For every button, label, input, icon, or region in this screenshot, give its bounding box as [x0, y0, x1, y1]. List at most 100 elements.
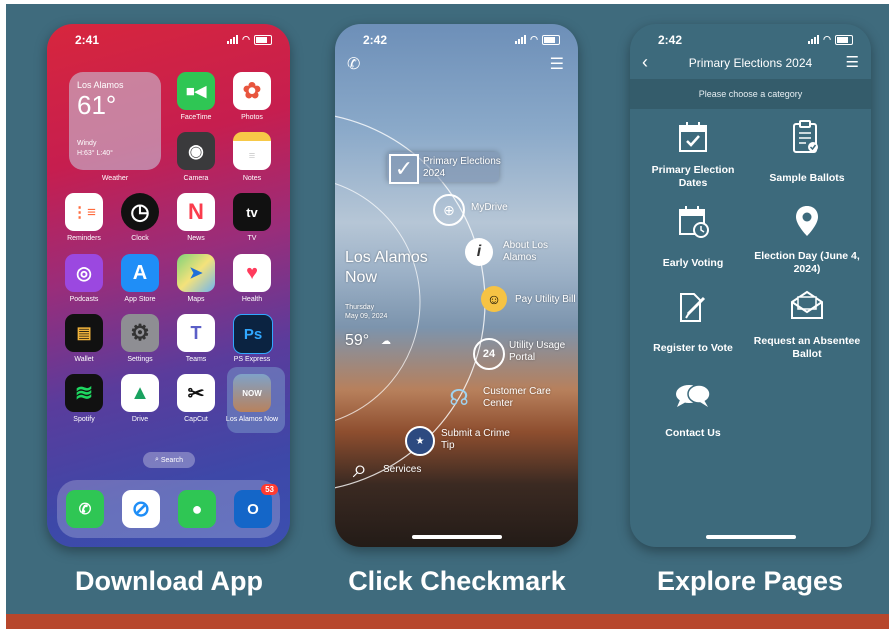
spotify-app[interactable]: ≋	[65, 374, 103, 412]
tv-app[interactable]: tv	[233, 193, 271, 231]
clock-app[interactable]: ◷	[121, 193, 159, 231]
calendar-check-icon[interactable]	[678, 121, 708, 153]
menu-item-crime-tip[interactable]: Submit a Crime Tip	[441, 428, 521, 452]
notes-icon: ≡	[248, 149, 256, 162]
home-indicator[interactable]	[411, 535, 502, 539]
podcast-icon: ◎	[76, 262, 92, 283]
steering-wheel-icon[interactable]: ⊕	[433, 194, 465, 226]
category-election-day[interactable]: Election Day (June 4, 2024)	[752, 250, 862, 276]
teams-app[interactable]: T	[177, 314, 215, 352]
gear-icon: ⚙	[130, 320, 150, 345]
category-sample-ballots[interactable]: Sample Ballots	[752, 172, 862, 185]
drive-icon: ▲	[130, 381, 150, 404]
dock: ✆ ⊘ ● O 53	[57, 480, 280, 538]
app-label: Wallet	[74, 356, 94, 363]
maps-app[interactable]: ➤	[177, 254, 215, 292]
clock-24-icon[interactable]: 24	[473, 338, 505, 370]
category-early-voting[interactable]: Early Voting	[638, 257, 748, 270]
notes-app[interactable]: ≡	[233, 132, 271, 170]
app-label: PS Express	[233, 356, 271, 363]
app-label: Camera	[183, 175, 209, 182]
apple-tv-icon: tv	[246, 204, 258, 220]
chat-bubbles-icon[interactable]	[674, 382, 712, 410]
bill-pay-icon[interactable]: ☺	[481, 286, 507, 312]
los-alamos-now-app[interactable]: NOW	[233, 374, 271, 412]
phone-app[interactable]: ✆	[66, 490, 104, 528]
category-primary-election-dates[interactable]: Primary Election Dates	[638, 164, 748, 190]
weather-hilo: H:63° L:40°	[77, 150, 113, 157]
hamburger-menu-icon[interactable]: ☰	[846, 53, 859, 71]
safari-app[interactable]: ⊘	[122, 490, 160, 528]
settings-app[interactable]: ⚙	[121, 314, 159, 352]
outlook-app[interactable]: O 53	[234, 484, 278, 528]
notification-badge: 53	[261, 484, 278, 495]
app-store-app[interactable]: A	[121, 254, 159, 292]
app-label: Settings	[127, 356, 153, 363]
envelope-icon[interactable]	[790, 290, 824, 320]
wifi-icon: ◠	[823, 34, 831, 44]
location-pin-icon[interactable]	[794, 204, 820, 238]
app-label: Teams	[185, 356, 207, 363]
reminders-app[interactable]: ⋮≡	[65, 193, 103, 231]
health-app[interactable]: ♥	[233, 254, 271, 292]
weather-temp: 61°	[77, 90, 117, 120]
info-icon[interactable]: i	[465, 238, 493, 266]
clipboard-icon[interactable]	[792, 120, 820, 154]
status-bar: 2:42 ◠	[630, 24, 871, 50]
weather-label: Weather	[101, 175, 129, 182]
search-label: Search	[160, 456, 184, 464]
menu-item-mydrive[interactable]: MyDrive	[471, 202, 508, 214]
photos-app[interactable]: ✿	[233, 72, 271, 110]
category-contact-us[interactable]: Contact Us	[638, 427, 748, 440]
current-temp: 59°	[345, 332, 370, 349]
podcasts-app[interactable]: ◎	[65, 254, 103, 292]
news-app[interactable]: N	[177, 193, 215, 231]
app-store-icon: A	[132, 261, 148, 284]
drive-app[interactable]: ▲	[121, 374, 159, 412]
capcut-app[interactable]: ✂	[177, 374, 215, 412]
status-icons: ◠	[808, 34, 853, 45]
app-label: Notes	[242, 175, 262, 182]
status-bar: 2:41 ◠	[47, 24, 290, 50]
document-pen-icon[interactable]	[678, 290, 708, 324]
app-label: FaceTime	[180, 114, 212, 121]
app-label: App Store	[124, 296, 156, 303]
video-camera-icon: ■◀	[185, 83, 207, 100]
search-icon[interactable]: ⌕	[345, 453, 375, 484]
category-absentee-ballot[interactable]: Request an Absentee Ballot	[752, 335, 862, 361]
app-label: Health	[241, 296, 263, 303]
caption-explore-pages: Explore Pages	[656, 566, 844, 596]
camera-app[interactable]: ◉	[177, 132, 215, 170]
wallet-app[interactable]: ▤	[65, 314, 103, 352]
menu-item-about[interactable]: About Los Alamos	[503, 240, 573, 264]
home-indicator[interactable]	[705, 535, 796, 539]
headset-icon[interactable]: ☊	[445, 384, 473, 412]
ps-express-app[interactable]: Ps	[233, 314, 273, 354]
messages-app[interactable]: ●	[178, 490, 216, 528]
heart-icon: ♥	[246, 261, 258, 284]
menu-item-customer-care[interactable]: Customer Care Center	[483, 386, 563, 410]
app-label: Drive	[131, 416, 149, 423]
checkbox-icon[interactable]: ✓	[389, 154, 419, 184]
clock-icon: ◷	[130, 199, 150, 224]
page-title: Primary Elections 2024	[688, 56, 813, 70]
camera-icon: ◉	[188, 140, 204, 161]
wallet-icon: ▤	[76, 325, 92, 342]
menu-item-usage[interactable]: Utility Usage Portal	[509, 340, 575, 364]
phone-home-screen: 2:41 ◠ Los Alamos 61° Windy H:63° L:40° …	[47, 24, 290, 547]
category-prompt: Please choose a category	[630, 79, 871, 109]
menu-item-services[interactable]: Services	[383, 464, 421, 476]
spotlight-search-button[interactable]: ⌕ Search	[143, 452, 195, 468]
facetime-app[interactable]: ■◀	[177, 72, 215, 110]
app-label: CapCut	[184, 416, 208, 423]
police-badge-icon[interactable]: ★	[405, 426, 435, 456]
app-title: Los Alamos Now	[345, 249, 428, 286]
menu-item-primary-elections[interactable]: Primary Elections 2024	[423, 156, 513, 180]
photoshop-icon: Ps	[243, 325, 263, 343]
menu-item-pay-bill[interactable]: Pay Utility Bill	[515, 294, 578, 306]
weather-widget[interactable]: Los Alamos 61° Windy H:63° L:40°	[69, 72, 161, 170]
category-register-to-vote[interactable]: Register to Vote	[638, 342, 748, 355]
signal-icon	[808, 35, 820, 44]
calendar-clock-icon[interactable]	[678, 205, 710, 239]
phone-elections-page: 2:42 ◠ ‹ Primary Elections 2024 ☰ Please…	[630, 24, 871, 547]
